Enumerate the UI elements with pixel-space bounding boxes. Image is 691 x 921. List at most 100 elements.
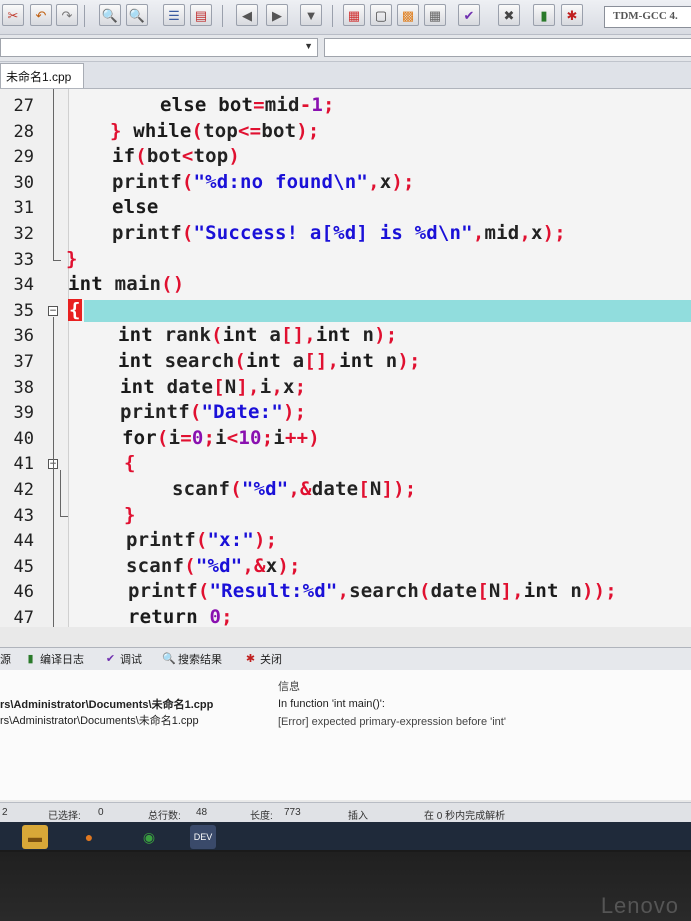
line-number: 41 bbox=[13, 454, 34, 475]
chart-icon[interactable]: ▮ bbox=[533, 4, 555, 26]
indent-icon[interactable]: ☰ bbox=[163, 4, 185, 26]
status-selected-value: 0 bbox=[98, 807, 104, 818]
fold-guide-end bbox=[53, 259, 61, 261]
media-player-icon[interactable]: ● bbox=[76, 825, 102, 849]
class-combo[interactable]: ▼ bbox=[0, 38, 318, 57]
code-token: ; bbox=[261, 426, 274, 449]
bookmark-back-icon[interactable]: ◀ bbox=[236, 4, 258, 26]
debug-icon[interactable]: ✱ bbox=[561, 4, 583, 26]
code-line[interactable]: 33} bbox=[0, 247, 691, 273]
code-token: "Result:%d" bbox=[209, 580, 338, 603]
file-explorer-icon[interactable]: ▬ bbox=[22, 825, 48, 849]
code-token: , bbox=[271, 375, 283, 398]
result-row-1-message[interactable]: In function 'int main()': bbox=[278, 698, 385, 710]
code-line[interactable]: 39 printf("Date:"); bbox=[0, 400, 691, 426]
code-token: ], bbox=[500, 580, 524, 603]
code-token: ( bbox=[419, 580, 431, 603]
bookmark-toggle-icon[interactable]: ▼ bbox=[300, 4, 322, 26]
code-token: int bbox=[222, 324, 270, 347]
code-editor[interactable]: 27 else bot=mid-1; 28} while(top<=bot); 29 i… bbox=[0, 89, 691, 627]
run-icon[interactable]: ▢ bbox=[370, 4, 392, 26]
find-icon[interactable]: 🔍 bbox=[99, 4, 121, 26]
line-number: 39 bbox=[13, 403, 34, 424]
code-token: ( bbox=[181, 222, 194, 244]
code-token: "x:" bbox=[207, 529, 255, 552]
code-token: "%d" bbox=[241, 478, 289, 500]
fold-toggle-icon[interactable]: − bbox=[48, 305, 58, 316]
compile-run-icon[interactable]: ▩ bbox=[397, 4, 419, 26]
rebuild-icon[interactable]: ▦ bbox=[424, 4, 446, 26]
code-token: "%d:no found\n" bbox=[193, 170, 369, 193]
fold-guide bbox=[53, 89, 54, 260]
check-icon: ✔ bbox=[105, 653, 116, 665]
devcpp-icon[interactable]: DEV bbox=[190, 825, 216, 849]
stop-icon[interactable]: ✖ bbox=[498, 4, 520, 26]
compile-icon[interactable]: ▦ bbox=[343, 4, 365, 26]
file-tabs: 未命名1.cpp bbox=[0, 62, 691, 89]
redo-icon[interactable]: ↷ bbox=[56, 4, 78, 26]
tab-compile-log[interactable]: ▮ 编译日志 bbox=[24, 651, 84, 667]
code-line[interactable]: 45 scanf("%d",&x); bbox=[0, 554, 691, 580]
code-token: ( bbox=[211, 324, 223, 347]
check-syntax-icon[interactable]: ✔ bbox=[458, 4, 480, 26]
undo-icon[interactable]: ↶ bbox=[30, 4, 52, 26]
compiler-select[interactable]: TDM-GCC 4. bbox=[604, 6, 691, 28]
code-token: ( bbox=[195, 529, 208, 552]
code-line[interactable]: 37 int search(int a[],int n); bbox=[0, 349, 691, 375]
code-token: 0 bbox=[209, 606, 222, 627]
code-line[interactable]: 30 printf("%d:no found\n",x); bbox=[0, 170, 691, 196]
code-token: ++) bbox=[284, 426, 320, 449]
code-token: mid bbox=[484, 222, 520, 244]
code-token: int bbox=[523, 580, 571, 603]
result-row-2-message[interactable]: [Error] expected primary-expression befo… bbox=[278, 716, 506, 728]
line-number: 45 bbox=[13, 556, 34, 577]
tab-close[interactable]: ✱ 关闭 bbox=[244, 651, 282, 667]
replace-icon[interactable]: 🔍 bbox=[126, 4, 148, 26]
code-token: ( bbox=[184, 554, 196, 577]
search-icon: 🔍 bbox=[162, 653, 176, 665]
code-line[interactable]: 44 printf("x:"); bbox=[0, 528, 691, 554]
code-line[interactable]: 36 int rank(int a[],int n); bbox=[0, 323, 691, 349]
tab-debug[interactable]: ✔ 调试 bbox=[104, 651, 142, 667]
code-token: ( bbox=[230, 478, 242, 500]
code-line[interactable]: 31 else bbox=[0, 195, 691, 221]
tab-file[interactable]: 未命名1.cpp bbox=[0, 63, 84, 88]
code-token: int bbox=[339, 350, 386, 372]
unindent-icon[interactable]: ▤ bbox=[190, 4, 212, 26]
result-row-1-file[interactable]: rs\Administrator\Documents\未命名1.cpp bbox=[0, 696, 213, 712]
code-token: ); bbox=[282, 401, 307, 424]
code-text: printf("x:"); bbox=[126, 529, 277, 551]
code-token: () bbox=[161, 273, 185, 296]
compile-results: 信息 rs\Administrator\Documents\未命名1.cpp I… bbox=[0, 670, 691, 800]
code-line[interactable]: 27 else bot=mid-1; bbox=[0, 93, 691, 119]
code-line[interactable]: 35 −{ bbox=[0, 298, 691, 324]
code-token: ( bbox=[191, 119, 204, 142]
code-line[interactable]: 42 scanf("%d",&date[N]); bbox=[0, 477, 691, 503]
code-line[interactable]: 28} while(top<=bot); bbox=[0, 119, 691, 145]
result-row-2-file[interactable]: rs\Administrator\Documents\未命名1.cpp bbox=[0, 712, 199, 728]
code-token: )); bbox=[581, 580, 617, 603]
code-line[interactable]: 32 printf("Success! a[%d] is %d\n",mid,x)… bbox=[0, 221, 691, 247]
cut-icon[interactable]: ✂ bbox=[2, 4, 24, 26]
code-token: 10 bbox=[238, 426, 262, 449]
tab-search-results[interactable]: 🔍 搜索结果 bbox=[162, 651, 222, 667]
code-token: printf bbox=[126, 529, 196, 552]
code-token: } bbox=[124, 503, 136, 526]
code-line[interactable]: 43} bbox=[0, 503, 691, 529]
function-combo[interactable] bbox=[324, 38, 691, 57]
code-line[interactable]: 47 return 0; bbox=[0, 605, 691, 627]
code-line[interactable]: 29 if(bot<top) bbox=[0, 144, 691, 170]
code-token: ); bbox=[397, 350, 421, 372]
code-token: ); bbox=[277, 554, 301, 577]
code-line[interactable]: 41−{ bbox=[0, 451, 691, 477]
tab-resources[interactable]: 源 bbox=[0, 651, 11, 667]
chart-icon: ▮ bbox=[27, 653, 34, 665]
output-panel-tabs: 源 ▮ 编译日志 ✔ 调试 🔍 搜索结果 ✱ 关闭 bbox=[0, 647, 691, 671]
code-line[interactable]: 38 int date[N],i,x; bbox=[0, 375, 691, 401]
chrome-icon[interactable]: ◉ bbox=[136, 825, 162, 849]
code-token: [ bbox=[358, 478, 370, 500]
code-line[interactable]: 34 int main() bbox=[0, 272, 691, 298]
bookmark-forward-icon[interactable]: ▶ bbox=[266, 4, 288, 26]
code-line[interactable]: 46 printf("Result:%d",search(date[N],int … bbox=[0, 579, 691, 605]
code-line[interactable]: 40 for(i=0;i<10;i++) bbox=[0, 426, 691, 452]
